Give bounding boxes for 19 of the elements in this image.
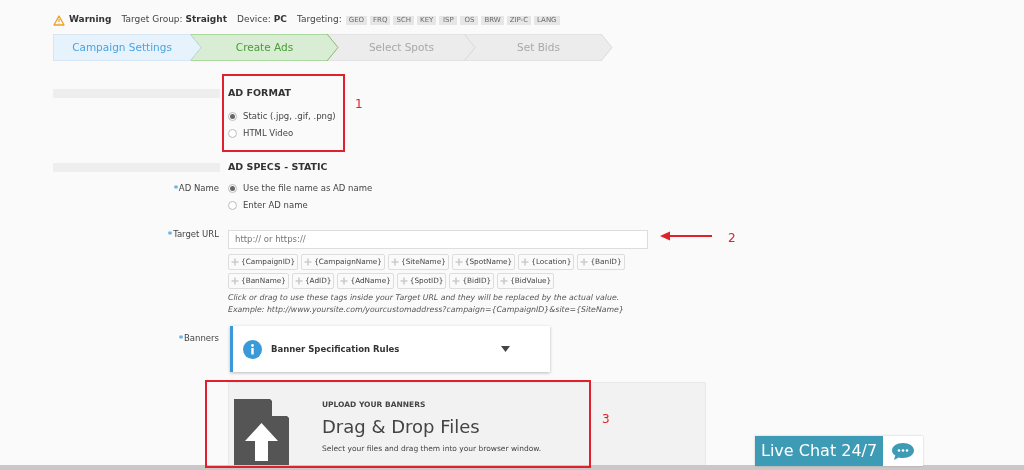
- radio-label: Use the file name as AD name: [243, 182, 373, 195]
- annotation-number: 3: [602, 411, 610, 428]
- annotation-number: 2: [728, 230, 736, 247]
- radio-label: HTML Video: [243, 127, 294, 140]
- target-group-text: Target Group: Straight: [121, 13, 227, 27]
- section-heading: AD FORMAT: [228, 86, 292, 100]
- warning-label: Warning: [69, 13, 112, 27]
- device-text: Device: PC: [237, 13, 287, 27]
- radio-label: Static (.jpg, .gif, .png): [243, 110, 336, 123]
- upload-title: Drag & Drop Files: [322, 416, 481, 439]
- section-heading: AD SPECS - STATIC: [228, 160, 329, 174]
- targeting-label: Targeting:: [296, 13, 342, 27]
- field-label: Target URL: [173, 228, 219, 241]
- radio-label: Enter AD name: [243, 199, 308, 212]
- live-chat-label: Live Chat 24/7: [755, 436, 884, 466]
- field-label: Banners: [184, 332, 219, 345]
- annotation-number: 1: [355, 96, 363, 113]
- field-label: AD Name: [178, 182, 219, 195]
- panel-title: Banner Specification Rules: [271, 342, 401, 356]
